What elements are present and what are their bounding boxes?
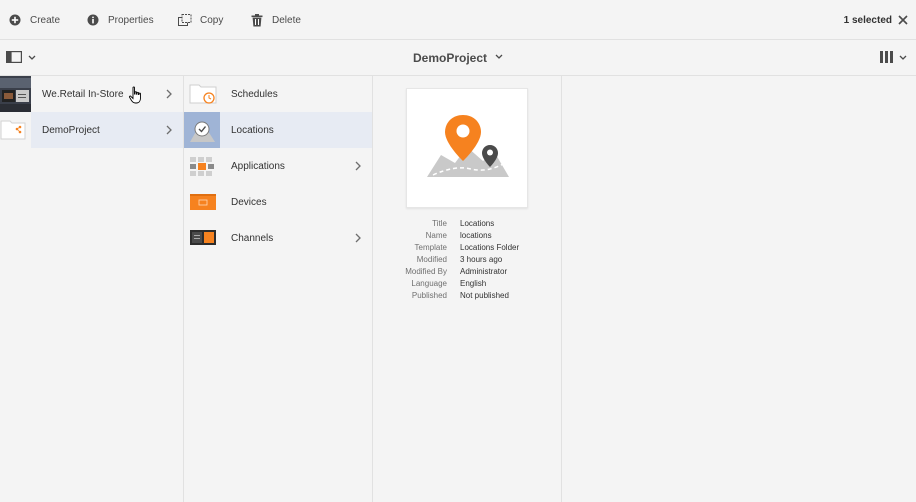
column-1: We.Retail In-Store DemoProject xyxy=(0,76,184,502)
action-bar: Create Properties Copy Delete 1 selected xyxy=(0,0,916,40)
chevron-right-icon xyxy=(165,89,173,99)
store-thumbnail xyxy=(0,76,31,112)
column-item-we-retail[interactable]: We.Retail In-Store xyxy=(0,76,183,112)
metadata-row: Template Locations Folder xyxy=(373,242,562,254)
create-button[interactable]: Create xyxy=(8,0,60,40)
metadata-row: Modified By Administrator xyxy=(373,266,562,278)
metadata-key: Title xyxy=(432,219,447,228)
chevron-right-icon xyxy=(354,161,362,171)
metadata-row: Language English xyxy=(373,278,562,290)
chevron-down-icon xyxy=(899,53,907,64)
column-item-label: We.Retail In-Store xyxy=(42,88,124,100)
create-label: Create xyxy=(30,14,61,26)
copy-button[interactable]: Copy xyxy=(178,0,223,40)
properties-label: Properties xyxy=(108,14,154,26)
delete-label: Delete xyxy=(272,14,301,26)
properties-button[interactable]: Properties xyxy=(86,0,154,40)
column-item-devices[interactable]: Devices xyxy=(184,184,372,220)
page-title[interactable]: DemoProject xyxy=(0,40,916,76)
metadata-key: Name xyxy=(425,231,447,240)
metadata-value: 3 hours ago xyxy=(460,255,503,264)
metadata-value: Locations xyxy=(460,219,495,228)
metadata-value: locations xyxy=(460,231,492,240)
delete-button[interactable]: Delete xyxy=(250,0,301,40)
locations-folder-icon xyxy=(184,112,220,148)
info-icon xyxy=(86,13,100,27)
view-switcher-button[interactable] xyxy=(880,50,912,66)
chevron-right-icon xyxy=(165,125,173,135)
metadata-key: Published xyxy=(411,291,447,300)
metadata-row: Modified 3 hours ago xyxy=(373,254,562,266)
chevron-right-icon xyxy=(354,233,362,243)
details-column: Title Locations Name locations Template … xyxy=(373,76,562,502)
schedule-folder-icon xyxy=(188,82,220,106)
column-item-label: DemoProject xyxy=(42,124,100,136)
column-view-icon xyxy=(880,50,893,66)
metadata-value: Administrator xyxy=(460,267,508,276)
page-title-text: DemoProject xyxy=(412,51,488,65)
metadata-key: Modified By xyxy=(405,267,447,276)
metadata-value: Not published xyxy=(460,291,509,300)
column-item-locations[interactable]: Locations xyxy=(184,112,372,148)
trash-icon xyxy=(250,13,264,27)
channels-folder-icon xyxy=(188,226,220,250)
title-bar: DemoProject xyxy=(0,40,916,76)
metadata-value: Locations Folder xyxy=(460,243,520,252)
folder-share-icon xyxy=(0,112,31,148)
metadata-row: Name locations xyxy=(373,230,562,242)
column-item-channels[interactable]: Channels xyxy=(184,220,372,256)
metadata-key: Template xyxy=(414,243,447,252)
devices-folder-icon xyxy=(188,190,220,214)
column-item-label: Locations xyxy=(231,124,274,136)
selection-count: 1 selected xyxy=(843,14,892,26)
preview-card[interactable] xyxy=(406,88,528,208)
column-item-applications[interactable]: Applications xyxy=(184,148,372,184)
column-item-label: Channels xyxy=(231,232,274,244)
metadata-value: English xyxy=(460,279,487,288)
applications-folder-icon xyxy=(188,154,220,178)
copy-label: Copy xyxy=(200,14,224,26)
close-icon[interactable] xyxy=(896,13,910,27)
column-item-schedules[interactable]: Schedules xyxy=(184,76,372,112)
map-pin-icon xyxy=(425,111,511,184)
chevron-down-icon xyxy=(495,54,503,62)
empty-column xyxy=(562,76,916,502)
column-item-demoproject[interactable]: DemoProject xyxy=(0,112,183,148)
copy-icon xyxy=(178,13,192,27)
column-item-label: Schedules xyxy=(231,88,278,100)
column-2: Schedules Locations Applications Devices… xyxy=(184,76,373,502)
metadata-row: Published Not published xyxy=(373,290,562,302)
metadata-list: Title Locations Name locations Template … xyxy=(373,218,562,302)
metadata-key: Language xyxy=(411,279,447,288)
add-circle-icon xyxy=(8,13,22,27)
column-item-label: Applications xyxy=(231,160,285,172)
metadata-row: Title Locations xyxy=(373,218,562,230)
metadata-key: Modified xyxy=(416,255,447,264)
column-item-label: Devices xyxy=(231,196,267,208)
